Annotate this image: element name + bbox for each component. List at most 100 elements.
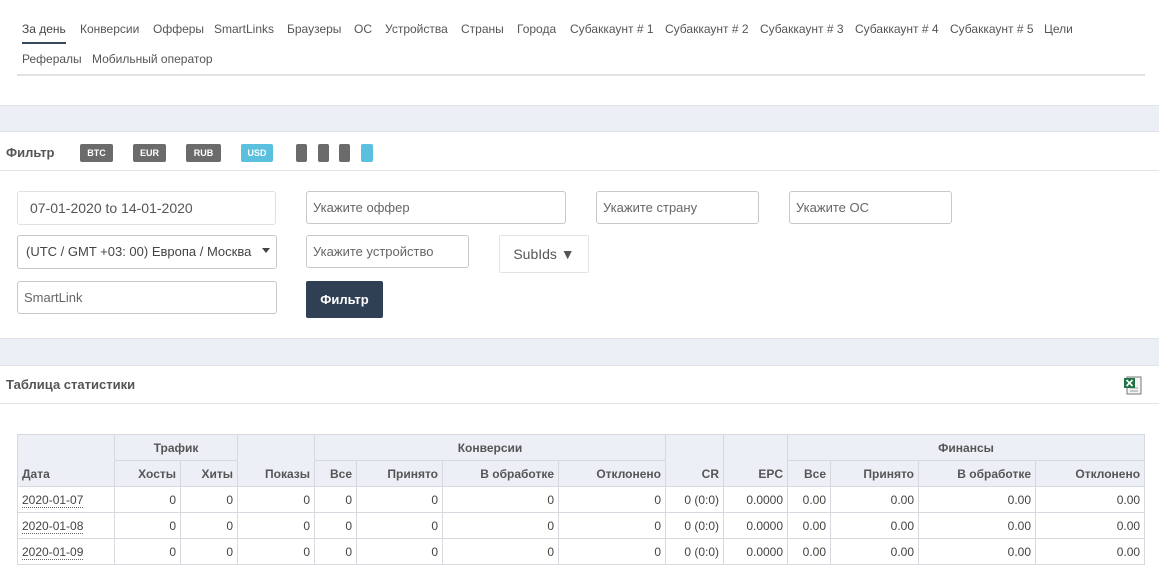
table-cell: 0.00 [1035,512,1146,539]
col-date[interactable]: Дата [17,434,115,487]
table-cell: 0.00 [918,512,1037,539]
currency-option-button[interactable] [361,144,373,162]
col-conv-pending[interactable]: В обработке [442,460,560,487]
table-cell: 0 [314,512,358,539]
col-cr[interactable]: CR [665,434,725,487]
tab-browsers[interactable]: Браузеры [287,22,341,36]
table-cell: 0 [558,512,667,539]
table-cell: 0 [179,512,239,539]
smartlink-input[interactable] [17,281,277,314]
date-link[interactable]: 2020-01-08 [22,518,84,534]
report-tabs: За день Конверсии Офферы SmartLinks Брау… [17,16,1145,76]
section-divider [0,338,1159,366]
tab-mobile-operator[interactable]: Мобильный оператор [92,52,213,66]
col-hits[interactable]: Хиты [179,460,239,487]
table-cell-date[interactable]: 2020-01-07 [17,486,115,513]
table-cell: 0 [314,486,358,513]
group-finance: Финансы [787,434,1146,461]
col-fin-all[interactable]: Все [787,460,832,487]
table-cell: 0 [442,486,560,513]
tab-subaccount-2[interactable]: Субаккаунт # 2 [665,22,749,36]
group-conversions: Конверсии [314,434,667,461]
excel-icon[interactable] [1123,375,1143,395]
table-cell: 0 [237,538,316,565]
tab-smartlinks[interactable]: SmartLinks [214,22,274,36]
table-cell: 0 [558,538,667,565]
table-cell: 0 [356,486,444,513]
col-conv-accepted[interactable]: Принято [356,460,444,487]
table-cell: 0 [114,538,181,565]
table-cell: 0.00 [787,512,832,539]
tab-devices[interactable]: Устройства [385,22,448,36]
table-cell: 0.00 [830,512,920,539]
currency-option-button[interactable] [339,144,350,162]
table-row: 2020-01-09 0 0 0 0 0 0 0 0 (0:0) 0.0000 … [17,538,1146,565]
stats-table: Дата Трафик Показы Конверсии CR EPC Фина… [17,434,1146,565]
currency-eur-button[interactable]: EUR [133,144,166,162]
tab-referrals[interactable]: Рефералы [22,52,82,66]
device-input[interactable] [306,235,469,268]
currency-option-button[interactable] [318,144,329,162]
table-cell: 0.00 [918,486,1037,513]
timezone-value: (UTC / GMT +03: 00) Европа / Москва [26,244,252,259]
table-cell-date[interactable]: 2020-01-08 [17,512,115,539]
table-cell: 0 [356,538,444,565]
currency-btc-button[interactable]: BTC [80,144,113,162]
table-cell: 0 [442,538,560,565]
table-cell: 0.0000 [723,512,789,539]
tab-cities[interactable]: Города [517,22,556,36]
table-cell: 0.0000 [723,486,789,513]
col-epc[interactable]: EPC [723,434,789,487]
os-input[interactable] [789,191,952,224]
tab-conversions[interactable]: Конверсии [80,22,139,36]
chevron-down-icon [262,248,270,253]
tab-subaccount-5[interactable]: Субаккаунт # 5 [950,22,1034,36]
col-fin-rejected[interactable]: Отклонено [1035,460,1146,487]
table-cell: 0 (0:0) [665,538,725,565]
tab-goals[interactable]: Цели [1044,22,1073,36]
table-cell: 0.00 [787,486,832,513]
tab-os[interactable]: ОС [354,22,372,36]
col-hosts[interactable]: Хосты [114,460,181,487]
divider [0,170,1159,171]
filter-button[interactable]: Фильтр [306,281,383,318]
table-cell: 0 [442,512,560,539]
table-cell: 0.00 [1035,538,1146,565]
tab-countries[interactable]: Страны [461,22,504,36]
tab-subaccount-3[interactable]: Субаккаунт # 3 [760,22,844,36]
country-input[interactable] [596,191,759,224]
tab-subaccount-1[interactable]: Субаккаунт # 1 [570,22,654,36]
col-impressions[interactable]: Показы [237,434,316,487]
stats-title: Таблица статистики [6,377,136,392]
table-cell: 0 [114,512,181,539]
table-cell: 0.00 [918,538,1037,565]
date-link[interactable]: 2020-01-09 [22,544,84,560]
currency-usd-button[interactable]: USD [241,144,273,162]
table-cell: 0 [114,486,181,513]
table-cell: 0.00 [787,538,832,565]
tab-by-day[interactable]: За день [22,22,66,44]
col-conv-all[interactable]: Все [314,460,358,487]
table-cell: 0.00 [830,486,920,513]
tab-subaccount-4[interactable]: Субаккаунт # 4 [855,22,939,36]
subids-button[interactable]: SubIds ▼ [499,235,589,273]
table-cell: 0 [314,538,358,565]
timezone-select[interactable]: (UTC / GMT +03: 00) Европа / Москва [17,235,277,269]
tab-offers[interactable]: Офферы [153,22,204,36]
section-divider [0,105,1159,132]
table-cell: 0 [179,538,239,565]
table-row: 2020-01-07 0 0 0 0 0 0 0 0 (0:0) 0.0000 … [17,486,1146,513]
table-cell-date[interactable]: 2020-01-09 [17,538,115,565]
table-cell: 0 (0:0) [665,512,725,539]
date-range-input[interactable] [17,191,276,225]
date-link[interactable]: 2020-01-07 [22,492,84,508]
col-conv-rejected[interactable]: Отклонено [558,460,667,487]
offer-input[interactable] [306,191,566,224]
col-fin-pending[interactable]: В обработке [918,460,1037,487]
table-cell: 0.00 [830,538,920,565]
currency-rub-button[interactable]: RUB [186,144,221,162]
table-cell: 0.00 [1035,486,1146,513]
col-fin-accepted[interactable]: Принято [830,460,920,487]
currency-option-button[interactable] [296,144,307,162]
table-row: 2020-01-08 0 0 0 0 0 0 0 0 (0:0) 0.0000 … [17,512,1146,539]
